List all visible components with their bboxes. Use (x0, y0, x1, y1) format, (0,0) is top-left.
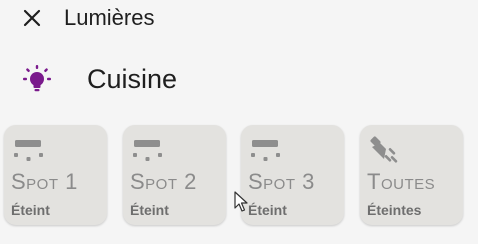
tile-state: Éteintes (367, 202, 422, 218)
tile-name: Spot 1 (11, 169, 78, 194)
close-icon (23, 9, 41, 27)
light-tile-all[interactable]: Toutes Éteintes (360, 125, 463, 225)
dialog-title: Lumières (64, 5, 155, 30)
ceiling-spot-icon (14, 140, 43, 161)
ceiling-spot-icon (133, 140, 162, 161)
tile-state: Éteint (11, 202, 50, 218)
tile-name: Toutes (367, 169, 436, 194)
mouse-pointer-icon (234, 191, 248, 212)
lightbulb-icon (20, 63, 54, 97)
tile-state: Éteint (248, 202, 287, 218)
light-tile-spot-1[interactable]: Spot 1 Éteint (4, 125, 107, 225)
dialog-header: Lumières (0, 0, 478, 40)
tile-name: Spot 2 (130, 169, 197, 194)
room-name: Cuisine (87, 64, 178, 94)
room-header: Cuisine (20, 58, 177, 102)
close-button[interactable] (18, 4, 46, 32)
spotlight-icon (370, 136, 398, 163)
tile-state: Éteint (130, 202, 169, 218)
ceiling-spot-icon (251, 140, 280, 161)
light-tile-spot-3[interactable]: Spot 3 Éteint (241, 125, 344, 225)
tile-name: Spot 3 (248, 169, 315, 194)
light-tile-spot-2[interactable]: Spot 2 Éteint (123, 125, 226, 225)
